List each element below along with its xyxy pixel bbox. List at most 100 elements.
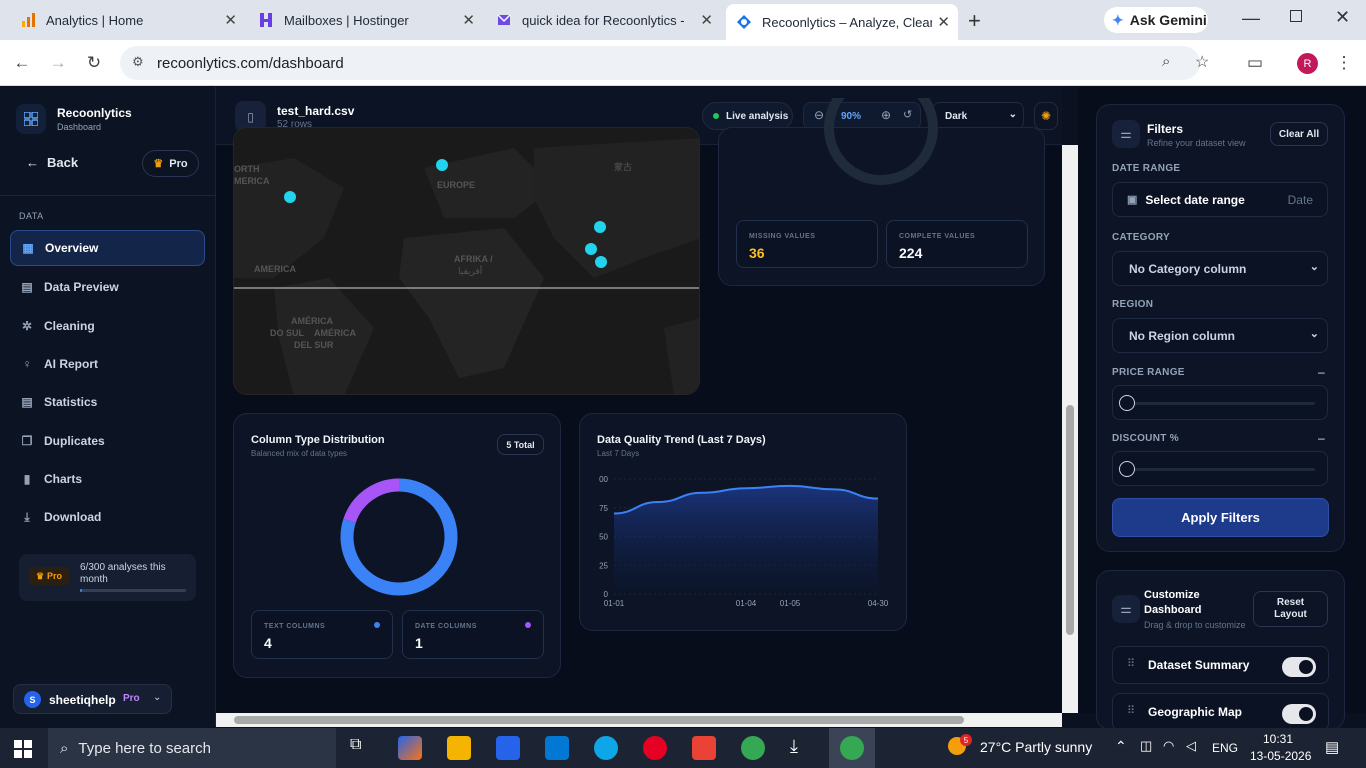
task-view-icon[interactable]: ⧉: [350, 736, 374, 760]
close-icon[interactable]: ✕: [700, 11, 713, 29]
pinterest-icon[interactable]: [643, 736, 667, 760]
collapse-icon[interactable]: –: [1318, 365, 1325, 379]
chevron-up-icon[interactable]: ⌃: [1115, 738, 1127, 755]
sidebar-item-ai-report[interactable]: ♀ AI Report: [10, 346, 205, 382]
sidebar-item-download[interactable]: ⤓ Download: [10, 499, 205, 535]
collapse-icon[interactable]: –: [1318, 431, 1325, 445]
map-point[interactable]: [595, 256, 607, 268]
outlook-icon[interactable]: [545, 736, 569, 760]
tab-search-icon[interactable]: ▭: [1243, 51, 1267, 75]
window-close-button[interactable]: ✕: [1335, 7, 1350, 28]
y-tick-label: 75: [599, 504, 608, 513]
slider-handle[interactable]: [1119, 395, 1135, 411]
sidebar-item-data-preview[interactable]: ▤ Data Preview: [10, 269, 205, 305]
volume-icon[interactable]: ◁: [1186, 738, 1196, 754]
slider-handle[interactable]: [1119, 461, 1135, 477]
widget-toggle[interactable]: [1282, 704, 1316, 724]
url-field[interactable]: ⚙ recoonlytics.com/dashboard ⌕ ☆: [120, 46, 1209, 80]
tab-analytics[interactable]: Analytics | Home ✕: [10, 6, 245, 34]
forward-arrow-icon[interactable]: →: [46, 51, 70, 75]
notification-badge: 5: [960, 734, 972, 746]
tab-mailboxes[interactable]: Mailboxes | Hostinger ✕: [248, 6, 483, 34]
close-icon[interactable]: ✕: [462, 11, 475, 29]
sidebar-item-charts[interactable]: ▮ Charts: [10, 461, 205, 497]
download-icon[interactable]: ⤓: [790, 736, 814, 760]
drag-handle-icon[interactable]: ⠿: [1127, 657, 1135, 670]
sidebar-item-overview[interactable]: ▦ Overview: [10, 230, 205, 266]
edge-icon[interactable]: [594, 736, 618, 760]
tab-recoonlytics[interactable]: Recoonlytics – Analyze, Clean & ✕: [726, 4, 958, 40]
donut-slice-date[interactable]: [343, 478, 400, 524]
copilot-icon[interactable]: [398, 736, 422, 760]
user-menu[interactable]: S sheetiqhelp Pro ⌄: [13, 684, 172, 714]
weather-text[interactable]: 27°C Partly sunny: [980, 739, 1092, 755]
pro-badge[interactable]: ♛ Pro: [142, 150, 199, 177]
file-explorer-icon[interactable]: [447, 736, 471, 760]
sun-icon[interactable]: ✺: [1034, 102, 1058, 130]
taskbar-search[interactable]: ⌕ Type here to search: [48, 728, 336, 768]
brand-subtitle: Dashboard: [57, 122, 102, 132]
hostinger-icon: [260, 13, 272, 27]
windows-start-icon[interactable]: [14, 740, 32, 758]
back-arrow-icon[interactable]: ←: [10, 51, 34, 75]
date-range-picker[interactable]: ▣ Select date range Date: [1112, 182, 1328, 217]
close-icon[interactable]: ✕: [224, 11, 237, 29]
chrome-icon[interactable]: [741, 736, 765, 760]
drag-handle-icon[interactable]: ⠿: [1127, 704, 1135, 717]
horizontal-scrollbar[interactable]: [216, 713, 1062, 727]
map-point[interactable]: [585, 243, 597, 255]
minimize-button[interactable]: —: [1242, 8, 1260, 29]
world-map[interactable]: ORTH MERICA EUROPE AFRIKA / أفريقيا AMER…: [234, 128, 700, 395]
clock-date[interactable]: 13-05-2026: [1250, 749, 1311, 763]
sidebar-item-statistics[interactable]: ▤ Statistics: [10, 384, 205, 420]
map-point[interactable]: [594, 221, 606, 233]
sliders-icon: ⚌: [1112, 120, 1140, 148]
maximize-button[interactable]: [1290, 10, 1302, 22]
zoom-search-icon[interactable]: ⌕: [1162, 53, 1170, 70]
language-indicator[interactable]: ENG: [1212, 741, 1238, 755]
reset-layout-button[interactable]: Reset Layout: [1253, 591, 1328, 627]
menu-icon[interactable]: ⋮: [1332, 51, 1356, 75]
widget-toggle[interactable]: [1282, 657, 1316, 677]
discount-slider[interactable]: [1112, 451, 1328, 486]
store-icon[interactable]: [496, 736, 520, 760]
map-point[interactable]: [284, 191, 296, 203]
new-tab-button[interactable]: +: [968, 8, 981, 34]
sidebar-item-cleaning[interactable]: ✲ Cleaning: [10, 308, 205, 344]
gmail-icon[interactable]: [692, 736, 716, 760]
live-analysis-badge[interactable]: Live analysis: [702, 102, 793, 130]
profile-avatar[interactable]: R: [1297, 53, 1318, 74]
widget-toggle-row[interactable]: ⠿ Geographic Map: [1112, 693, 1329, 731]
close-icon[interactable]: ✕: [937, 13, 950, 31]
ask-gemini-button[interactable]: ✦ Ask Gemini: [1104, 7, 1208, 33]
map-point[interactable]: [436, 159, 448, 171]
donut-chart[interactable]: [334, 472, 464, 602]
region-select[interactable]: No Region column ⌄: [1112, 318, 1328, 353]
tab-quick-idea[interactable]: quick idea for Recoonlytics - co ✕: [486, 6, 721, 34]
category-select[interactable]: No Category column ⌄: [1112, 251, 1328, 286]
scrollbar-thumb[interactable]: [234, 716, 964, 724]
widget-toggle-row[interactable]: ⠿ Dataset Summary: [1112, 646, 1329, 684]
site-info-icon[interactable]: ⚙: [132, 54, 144, 70]
vertical-scrollbar[interactable]: [1062, 145, 1078, 713]
brand-logo-icon: [16, 104, 46, 134]
apply-filters-button[interactable]: Apply Filters: [1112, 498, 1329, 537]
notifications-icon[interactable]: ▤: [1325, 738, 1339, 756]
area-chart[interactable]: 0 25 50 75 00 01-01 01-04 01-05 04-30: [580, 469, 908, 609]
network-icon[interactable]: ◫: [1140, 738, 1152, 754]
back-label: Back: [47, 155, 79, 170]
sidebar-item-duplicates[interactable]: ❐ Duplicates: [10, 423, 205, 459]
bookmark-star-icon[interactable]: ☆: [1195, 52, 1209, 72]
active-chrome-button[interactable]: [829, 728, 875, 768]
weather-icon[interactable]: 5: [948, 734, 972, 759]
reload-icon[interactable]: ↻: [82, 51, 106, 75]
back-button[interactable]: ← Back: [26, 155, 78, 170]
card-title: Column Type Distribution: [251, 434, 385, 446]
clear-all-button[interactable]: Clear All: [1270, 122, 1328, 146]
price-range-slider[interactable]: [1112, 385, 1328, 420]
x-tick-label: 04-30: [868, 599, 889, 608]
slider-track: [1127, 402, 1315, 405]
scrollbar-thumb[interactable]: [1066, 405, 1074, 635]
clock-time[interactable]: 10:31: [1263, 732, 1293, 746]
wifi-icon[interactable]: ◠: [1163, 738, 1174, 754]
